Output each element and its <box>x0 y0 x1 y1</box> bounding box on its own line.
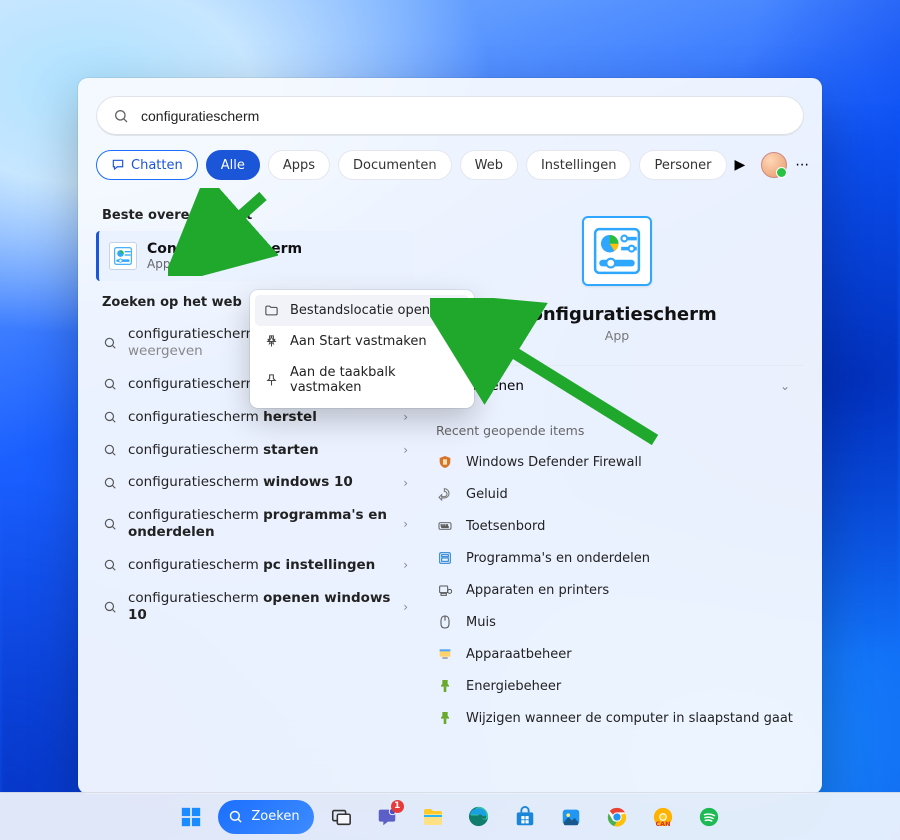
overflow-icon[interactable]: ⋯ <box>795 151 809 179</box>
search-input[interactable] <box>139 107 787 125</box>
search-icon <box>102 335 118 351</box>
recent-item[interactable]: Apparaatbeheer <box>430 638 804 670</box>
recent-item[interactable]: Toetsenbord <box>430 510 804 542</box>
open-label: Openen <box>471 378 524 394</box>
chevron-right-icon: › <box>403 600 408 614</box>
preview-title: Configuratiescherm <box>517 304 716 325</box>
best-match-subtitle: App <box>147 257 302 271</box>
chrome-icon[interactable] <box>598 798 636 836</box>
web-result[interactable]: configuratiescherm pc instellingen› <box>96 549 414 582</box>
menu-pin-to-start[interactable]: Aan Start vastmaken <box>255 326 469 357</box>
start-search-panel: Chatten Alle Apps Documenten Web Instell… <box>78 78 822 794</box>
open-action[interactable]: Openen ⌄ <box>430 365 804 405</box>
spotify-icon[interactable] <box>690 798 728 836</box>
edge-icon[interactable] <box>460 798 498 836</box>
chevron-right-icon: › <box>403 443 408 457</box>
best-match-title: Configuratiescherm <box>147 241 302 257</box>
recent-item-icon <box>436 485 454 503</box>
filter-all[interactable]: Alle <box>206 150 260 180</box>
web-result[interactable]: configuratiescherm starten› <box>96 434 414 467</box>
recent-item[interactable]: Geluid <box>430 478 804 510</box>
filter-web[interactable]: Web <box>460 150 518 180</box>
section-best-match: Beste overeenkomst <box>96 198 414 231</box>
context-menu: Bestandslocatie openen Aan Start vastmak… <box>250 290 474 408</box>
recent-item[interactable]: Programma's en onderdelen <box>430 542 804 574</box>
chevron-right-icon: › <box>403 558 408 572</box>
search-icon <box>102 376 118 392</box>
menu-open-file-location[interactable]: Bestandslocatie openen <box>255 295 469 326</box>
chat-icon[interactable]: 1 <box>368 798 406 836</box>
preview-subtitle: App <box>605 328 629 343</box>
filter-chat[interactable]: Chatten <box>96 150 198 180</box>
recent-item-icon <box>436 613 454 631</box>
recent-item-icon <box>436 645 454 663</box>
search-icon <box>102 516 118 532</box>
results-left-column: Beste overeenkomst Configuratiescherm Ap… <box>96 192 414 794</box>
recent-item[interactable]: Apparaten en printers <box>430 574 804 606</box>
filter-settings[interactable]: Instellingen <box>526 150 632 180</box>
control-panel-icon <box>109 242 137 270</box>
svg-text:CAN: CAN <box>655 820 670 828</box>
control-panel-big-icon <box>582 216 652 286</box>
recent-item-icon <box>436 453 454 471</box>
filter-chat-label: Chatten <box>131 158 183 173</box>
recent-item-icon <box>436 517 454 535</box>
filter-documents[interactable]: Documenten <box>338 150 452 180</box>
user-avatar[interactable] <box>761 151 787 179</box>
recent-item-icon <box>436 677 454 695</box>
chat-badge: 1 <box>391 800 404 813</box>
search-icon <box>102 409 118 425</box>
task-view-icon[interactable] <box>322 798 360 836</box>
taskbar: Zoeken 1 CAN <box>0 792 900 840</box>
search-icon <box>102 557 118 573</box>
bing-icon[interactable] <box>817 151 822 179</box>
best-match-result[interactable]: Configuratiescherm App <box>96 231 414 281</box>
chevron-right-icon: › <box>403 410 408 424</box>
chevron-down-icon[interactable]: ⌄ <box>780 379 790 393</box>
menu-pin-to-taskbar[interactable]: Aan de taakbalk vastmaken <box>255 357 469 403</box>
recent-item-icon <box>436 709 454 727</box>
taskbar-search[interactable]: Zoeken <box>218 800 313 834</box>
search-icon <box>102 442 118 458</box>
search-box[interactable] <box>96 96 804 136</box>
recent-item-icon <box>436 581 454 599</box>
recent-item[interactable]: Muis <box>430 606 804 638</box>
web-result[interactable]: configuratiescherm openen windows 10› <box>96 582 414 632</box>
web-result[interactable]: configuratiescherm windows 10› <box>96 466 414 499</box>
recent-item[interactable]: Windows Defender Firewall <box>430 446 804 478</box>
file-explorer-icon[interactable] <box>414 798 452 836</box>
filter-apps[interactable]: Apps <box>268 150 330 180</box>
chrome-canary-icon[interactable]: CAN <box>644 798 682 836</box>
store-icon[interactable] <box>506 798 544 836</box>
filter-more-icon[interactable]: ▶ <box>735 151 746 179</box>
search-icon <box>113 108 129 124</box>
recent-item[interactable]: Energiebeheer <box>430 670 804 702</box>
search-icon <box>102 599 118 615</box>
start-button[interactable] <box>172 798 210 836</box>
recent-item-icon <box>436 549 454 567</box>
details-pane: Configuratiescherm App Openen ⌄ Recent g… <box>414 192 804 794</box>
recent-items-list: Windows Defender FirewallGeluidToetsenbo… <box>430 446 804 734</box>
chevron-right-icon: › <box>403 476 408 490</box>
search-icon <box>102 475 118 491</box>
filter-people[interactable]: Personer <box>639 150 726 180</box>
photos-icon[interactable] <box>552 798 590 836</box>
section-recent: Recent geopende items <box>430 405 804 446</box>
filter-row: Chatten Alle Apps Documenten Web Instell… <box>96 150 804 186</box>
chevron-right-icon: › <box>403 517 408 531</box>
recent-item[interactable]: Wijzigen wanneer de computer in slaapsta… <box>430 702 804 734</box>
web-result[interactable]: configuratiescherm programma's en onderd… <box>96 499 414 549</box>
